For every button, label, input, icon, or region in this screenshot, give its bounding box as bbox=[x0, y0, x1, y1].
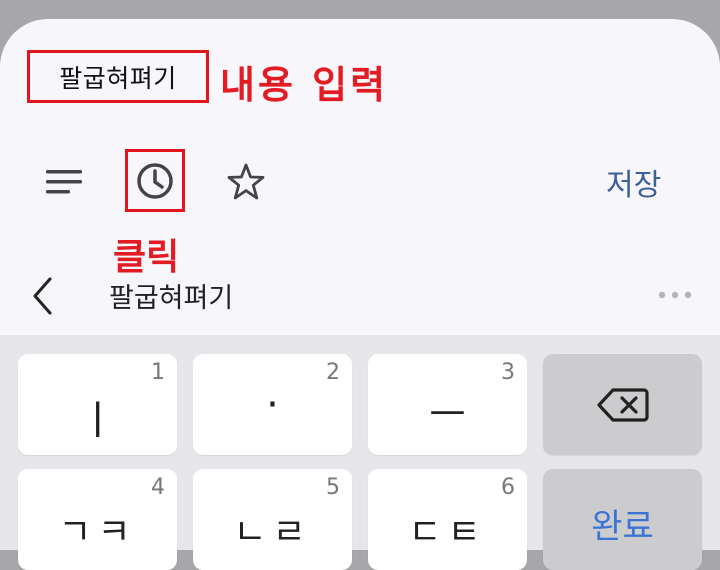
title-input-highlight[interactable]: 팔굽혀펴기 bbox=[27, 50, 209, 103]
backspace-icon bbox=[597, 388, 649, 422]
key-4[interactable]: 4 ㄱㅋ bbox=[18, 469, 177, 570]
more-horizontal-icon[interactable] bbox=[655, 283, 695, 307]
key-label: ㅡ bbox=[429, 392, 466, 438]
star-icon[interactable] bbox=[222, 158, 270, 206]
key-label: ㄴㄹ bbox=[233, 512, 312, 553]
title-text: 팔굽혀펴기 bbox=[59, 63, 177, 93]
keyboard: 1 ㅣ 2 · 3 ㅡ 4 ㄱㅋ 5 ㄴㄹ 6 ㄷㅌ 완료 bbox=[0, 335, 720, 570]
key-2[interactable]: 2 · bbox=[193, 354, 352, 455]
suggestion-text[interactable]: 팔굽혀펴기 bbox=[109, 276, 233, 315]
done-label: 완료 bbox=[591, 507, 654, 547]
annotation-click: 클릭 bbox=[113, 237, 180, 278]
key-number: 1 bbox=[151, 360, 165, 385]
key-label: ㄱㅋ bbox=[58, 512, 137, 553]
key-label: ㄷㅌ bbox=[408, 512, 487, 553]
key-1[interactable]: 1 ㅣ bbox=[18, 354, 177, 455]
key-label: ㅣ bbox=[79, 398, 116, 444]
history-button[interactable] bbox=[125, 149, 185, 212]
backspace-key[interactable] bbox=[543, 354, 702, 455]
key-number: 4 bbox=[151, 475, 165, 500]
save-button[interactable]: 저장 bbox=[606, 160, 661, 204]
key-5[interactable]: 5 ㄴㄹ bbox=[193, 469, 352, 570]
chevron-left-icon[interactable] bbox=[26, 274, 58, 318]
suggestion-bar bbox=[0, 255, 720, 335]
key-number: 6 bbox=[501, 475, 515, 500]
key-label: · bbox=[266, 382, 279, 428]
clock-icon bbox=[137, 162, 173, 199]
annotation-input: 내용 입력 bbox=[220, 63, 389, 107]
key-3[interactable]: 3 ㅡ bbox=[368, 354, 527, 455]
menu-icon[interactable] bbox=[42, 165, 86, 199]
key-6[interactable]: 6 ㄷㅌ bbox=[368, 469, 527, 570]
done-key[interactable]: 완료 bbox=[543, 469, 702, 570]
key-number: 5 bbox=[326, 475, 340, 500]
